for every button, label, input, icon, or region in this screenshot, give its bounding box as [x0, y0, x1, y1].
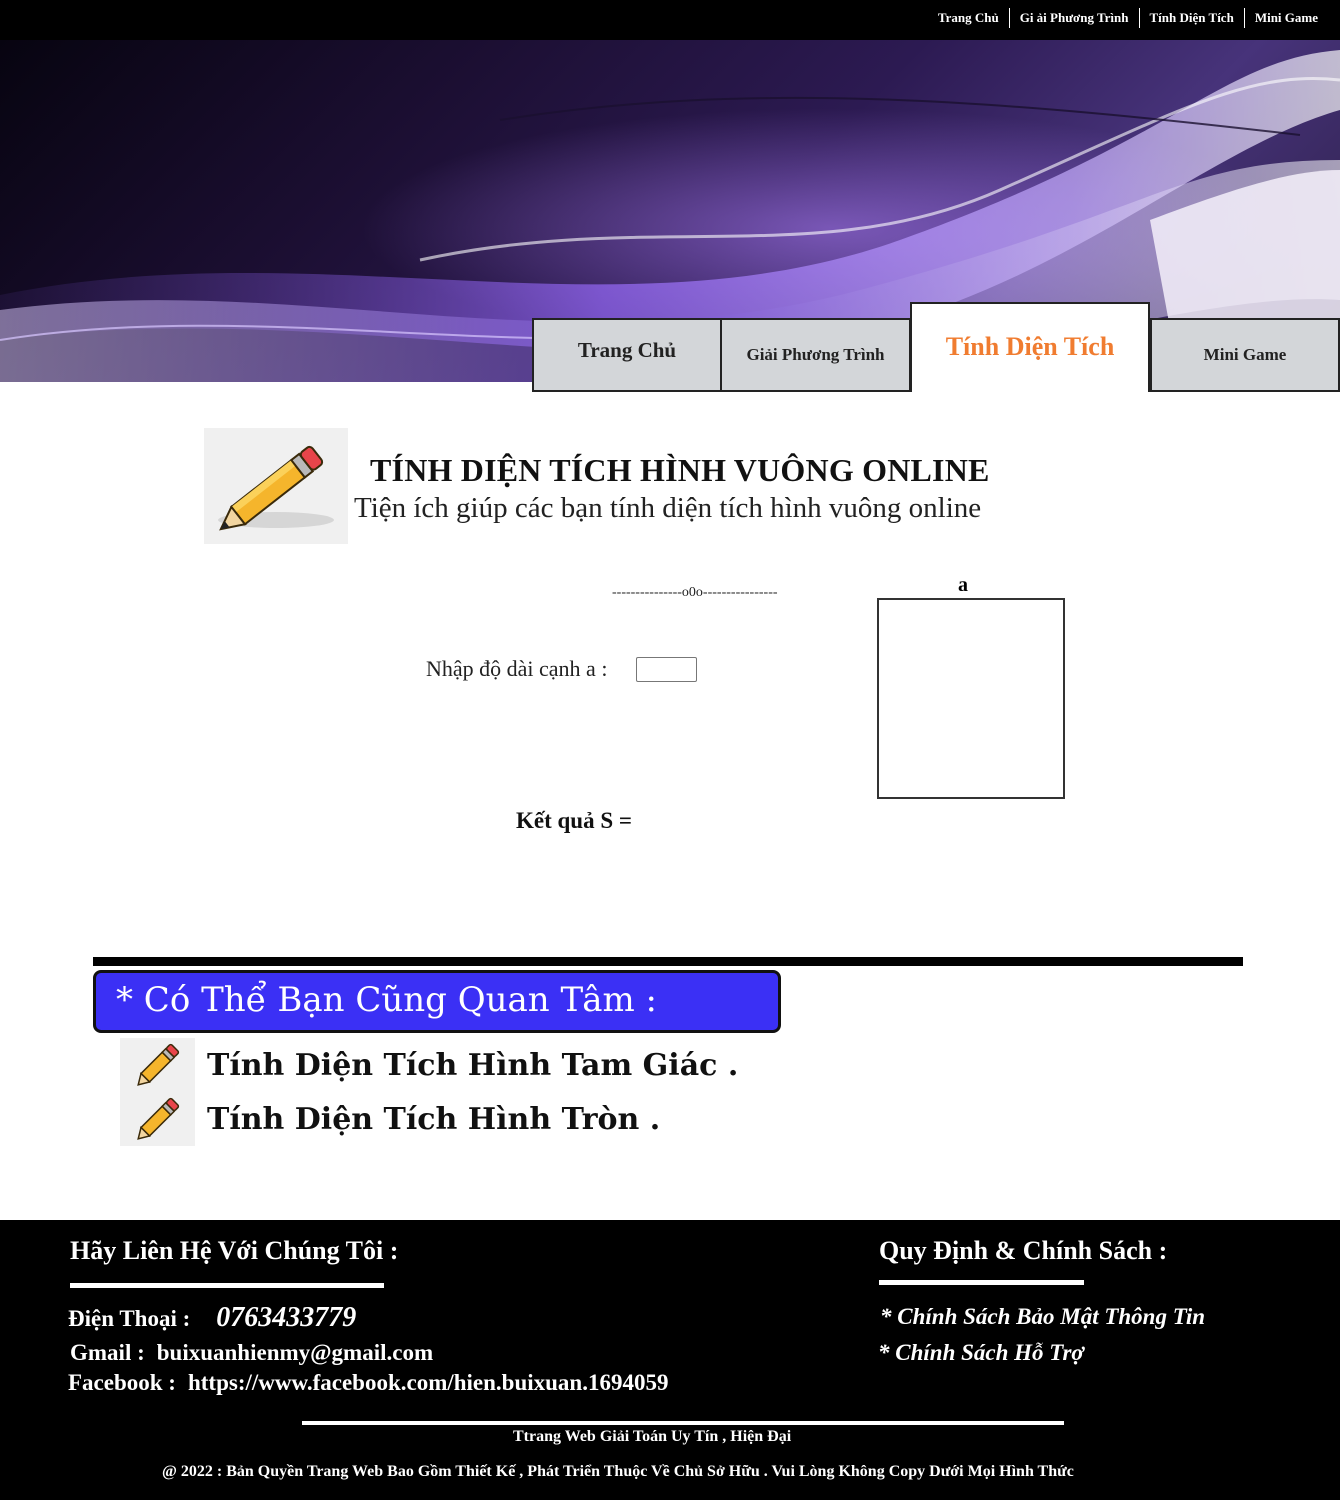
facebook-label: Facebook : [68, 1370, 176, 1395]
policy-heading: Quy Định & Chính Sách : [879, 1236, 1168, 1265]
pencil-icon [120, 1092, 195, 1146]
page-title: TÍNH DIỆN TÍCH HÌNH VUÔNG ONLINE [370, 452, 990, 488]
related-link-triangle[interactable]: Tính Diện Tích Hình Tam Giác . [207, 1048, 738, 1083]
top-nav-mini-game[interactable]: Mini Game [1245, 8, 1328, 28]
phone-value[interactable]: 0763433779 [216, 1302, 356, 1333]
tab-home[interactable]: Trang Chủ [532, 318, 722, 392]
gmail-value[interactable]: buixuanhienmy@gmail.com [157, 1340, 433, 1365]
privacy-policy-link[interactable]: * Chính Sách Bảo Mật Thông Tin [880, 1304, 1205, 1330]
gmail-label: Gmail : [70, 1340, 145, 1365]
footer-center-rule [302, 1421, 1064, 1425]
phone-label: Điện Thoại : [68, 1306, 191, 1331]
top-bar: Trang Chủ Gi ải Phương Trình Tính Diện T… [0, 0, 1340, 40]
top-nav-equations[interactable]: Gi ải Phương Trình [1010, 8, 1139, 28]
page-subtitle: Tiện ích giúp các bạn tính diện tích hìn… [354, 492, 982, 524]
top-nav: Trang Chủ Gi ải Phương Trình Tính Diện T… [928, 8, 1328, 28]
footer: Hãy Liên Hệ Với Chúng Tôi : Điện Thoại :… [0, 1220, 1340, 1500]
phone-row: Điện Thoại : 0763433779 [68, 1302, 356, 1334]
side-length-label: Nhập độ dài cạnh a : [426, 656, 608, 681]
related-item-circle[interactable]: Tính Diện Tích Hình Tròn . [120, 1092, 660, 1146]
facebook-value[interactable]: https://www.facebook.com/hien.buixuan.16… [188, 1370, 669, 1395]
related-heading: * Có Thể Bạn Cũng Quan Tâm : [93, 970, 781, 1033]
square-side-label: a [958, 574, 968, 596]
footer-copyright: @ 2022 : Bản Quyền Trang Web Bao Gồm Thi… [162, 1463, 1074, 1480]
policy-rule [879, 1280, 1084, 1285]
section-rule [93, 957, 1243, 966]
footer-tagline: Ttrang Web Giải Toán Uy Tín , Hiện Đại [513, 1428, 792, 1445]
tab-mini-game[interactable]: Mini Game [1150, 318, 1340, 392]
square-diagram [877, 598, 1065, 799]
tab-equations[interactable]: Giải Phương Trình [720, 318, 911, 392]
contact-heading: Hãy Liên Hệ Với Chúng Tôi : [70, 1236, 399, 1265]
gmail-row: Gmail : buixuanhienmy@gmail.com [70, 1340, 433, 1366]
result-label: Kết quả S = [516, 808, 632, 833]
top-nav-area[interactable]: Tính Diện Tích [1140, 8, 1244, 28]
section-divider: ---------------o0o---------------- [612, 585, 778, 600]
contact-rule [70, 1283, 384, 1288]
top-nav-home[interactable]: Trang Chủ [928, 8, 1009, 28]
related-item-triangle[interactable]: Tính Diện Tích Hình Tam Giác . [120, 1038, 738, 1092]
pencil-icon [120, 1038, 195, 1092]
support-policy-link[interactable]: * Chính Sách Hỗ Trợ [878, 1340, 1084, 1366]
tab-area-active[interactable]: Tính Diện Tích [910, 302, 1150, 392]
side-length-input[interactable] [636, 657, 697, 682]
pencil-icon [204, 428, 348, 544]
related-link-circle[interactable]: Tính Diện Tích Hình Tròn . [207, 1102, 660, 1137]
facebook-row: Facebook : https://www.facebook.com/hien.… [68, 1370, 668, 1396]
